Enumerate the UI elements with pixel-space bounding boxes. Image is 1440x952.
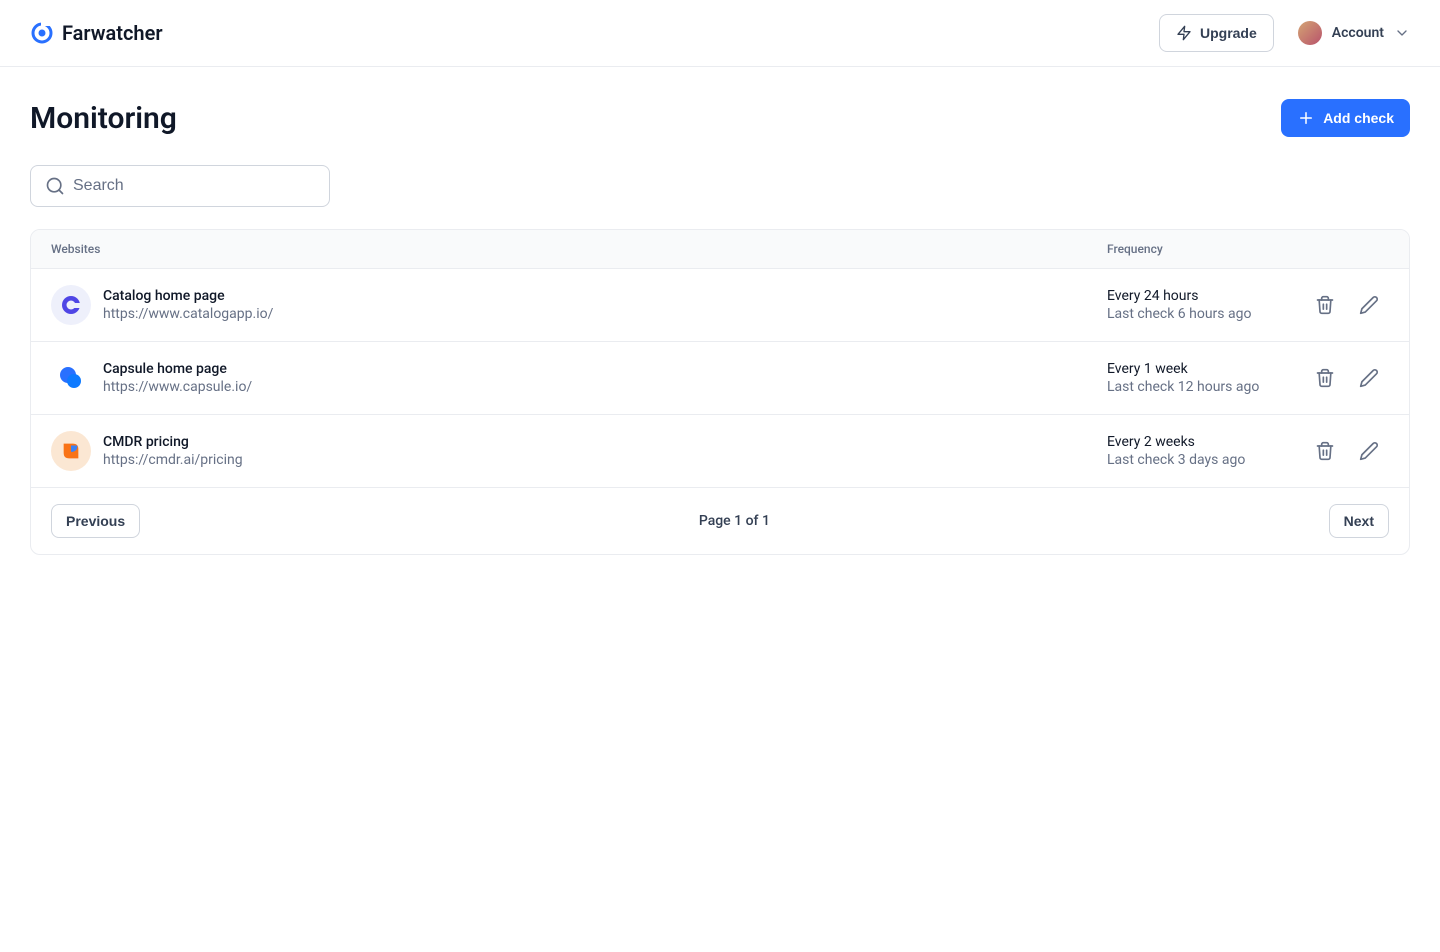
account-label: Account [1332, 25, 1384, 41]
last-check: Last check 12 hours ago [1107, 379, 1297, 395]
page-title: Monitoring [30, 101, 177, 136]
monitoring-table: Websites Frequency Catalog home page http… [30, 229, 1410, 555]
site-name: CMDR pricing [103, 434, 243, 450]
search-input[interactable] [73, 177, 315, 195]
pencil-icon [1359, 368, 1379, 388]
brand-logo[interactable]: Farwatcher [30, 21, 163, 45]
site-name: Capsule home page [103, 361, 252, 377]
header-actions: Upgrade Account [1159, 14, 1410, 52]
search-wrapper [30, 165, 1410, 207]
last-check: Last check 6 hours ago [1107, 306, 1297, 322]
table-row: Catalog home page https://www.catalogapp.… [31, 269, 1409, 342]
cell-actions [1297, 285, 1389, 325]
add-check-button[interactable]: Add check [1281, 99, 1410, 137]
upgrade-button-label: Upgrade [1200, 25, 1257, 41]
edit-button[interactable] [1349, 431, 1389, 471]
trash-icon [1315, 368, 1335, 388]
delete-button[interactable] [1305, 285, 1345, 325]
frequency-value: Every 24 hours [1107, 288, 1297, 304]
next-button[interactable]: Next [1329, 504, 1389, 538]
cell-actions [1297, 431, 1389, 471]
table-header: Websites Frequency [31, 230, 1409, 269]
last-check: Last check 3 days ago [1107, 452, 1297, 468]
plus-icon [1297, 109, 1315, 127]
site-info: CMDR pricing https://cmdr.ai/pricing [103, 434, 243, 468]
table-body: Catalog home page https://www.catalogapp.… [31, 269, 1409, 488]
page-header: Monitoring Add check [30, 99, 1410, 137]
site-info: Capsule home page https://www.capsule.io/ [103, 361, 252, 395]
account-dropdown[interactable]: Account [1298, 21, 1410, 45]
site-url: https://cmdr.ai/pricing [103, 452, 243, 468]
cell-frequency: Every 1 week Last check 12 hours ago [1107, 361, 1297, 395]
trash-icon [1315, 441, 1335, 461]
avatar [1298, 21, 1322, 45]
frequency-value: Every 2 weeks [1107, 434, 1297, 450]
column-header-websites: Websites [51, 242, 1107, 256]
chevron-down-icon [1394, 25, 1410, 41]
main-content: Monitoring Add check Websites [0, 67, 1440, 587]
edit-button[interactable] [1349, 285, 1389, 325]
frequency-value: Every 1 week [1107, 361, 1297, 377]
trash-icon [1315, 295, 1335, 315]
previous-button[interactable]: Previous [51, 504, 140, 538]
pencil-icon [1359, 295, 1379, 315]
upgrade-button[interactable]: Upgrade [1159, 14, 1274, 52]
pagination: Previous Page 1 of 1 Next [31, 488, 1409, 554]
cell-website: Catalog home page https://www.catalogapp.… [51, 285, 1107, 325]
table-row: Capsule home page https://www.capsule.io/… [31, 342, 1409, 415]
column-header-frequency: Frequency [1107, 242, 1297, 256]
add-check-button-label: Add check [1323, 110, 1394, 126]
search-icon [45, 176, 65, 196]
brand-name: Farwatcher [62, 21, 163, 45]
cell-website: Capsule home page https://www.capsule.io/ [51, 358, 1107, 398]
cell-frequency: Every 24 hours Last check 6 hours ago [1107, 288, 1297, 322]
cell-frequency: Every 2 weeks Last check 3 days ago [1107, 434, 1297, 468]
table-row: CMDR pricing https://cmdr.ai/pricing Every… [31, 415, 1409, 488]
app-header: Farwatcher Upgrade Account [0, 0, 1440, 67]
delete-button[interactable] [1305, 431, 1345, 471]
page-info: Page 1 of 1 [699, 513, 770, 529]
column-header-actions [1297, 242, 1389, 256]
delete-button[interactable] [1305, 358, 1345, 398]
cell-actions [1297, 358, 1389, 398]
site-url: https://www.capsule.io/ [103, 379, 252, 395]
lightning-icon [1176, 25, 1192, 41]
edit-button[interactable] [1349, 358, 1389, 398]
site-name: Catalog home page [103, 288, 273, 304]
site-url: https://www.catalogapp.io/ [103, 306, 273, 322]
search-box[interactable] [30, 165, 330, 207]
pencil-icon [1359, 441, 1379, 461]
brand-logo-icon [30, 21, 54, 45]
site-info: Catalog home page https://www.catalogapp.… [103, 288, 273, 322]
cell-website: CMDR pricing https://cmdr.ai/pricing [51, 431, 1107, 471]
